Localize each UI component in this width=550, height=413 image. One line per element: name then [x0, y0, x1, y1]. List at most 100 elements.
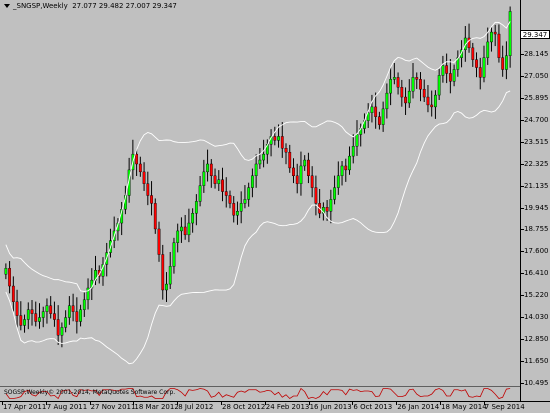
- time-axis[interactable]: 17 Apr 2011 7 Aug 2011 27 Nov 2011 18 Mar 2…: [0, 401, 550, 413]
- bear-candle: [150, 195, 153, 204]
- price-tick-label: 19.945: [524, 203, 549, 212]
- bull-candle: [4, 268, 8, 275]
- price-tick-label: 28.145: [524, 49, 549, 58]
- bull-candle: [407, 90, 411, 104]
- price-tick-label: 22.325: [524, 159, 549, 168]
- price-tick-label: 14.030: [524, 313, 549, 322]
- bear-candle: [135, 153, 139, 165]
- bull-candle: [206, 163, 209, 173]
- bear-candle: [71, 305, 75, 312]
- bull-candle: [176, 230, 180, 243]
- bear-candle: [11, 285, 15, 302]
- bear-candle: [288, 151, 292, 169]
- bear-candle: [415, 77, 419, 80]
- price-tick-label: 10.495: [524, 379, 549, 387]
- bull-candle: [490, 31, 493, 43]
- bull-candle: [385, 92, 389, 110]
- bull-candle: [38, 317, 41, 322]
- bear-candle: [396, 77, 400, 88]
- bull-candle: [64, 317, 68, 328]
- bear-candle: [471, 47, 475, 60]
- bull-candle: [180, 226, 183, 232]
- bear-candle: [19, 315, 23, 326]
- copyright-text: SOGSP,Weekly© 2001-2014, MetaQuotes Soft…: [4, 389, 176, 396]
- bear-candle: [475, 59, 478, 68]
- bear-candle: [157, 228, 161, 255]
- bull-candle: [254, 163, 258, 177]
- bull-candle: [23, 319, 26, 326]
- bear-candle: [224, 191, 228, 196]
- bear-candle: [430, 104, 434, 108]
- bear-candle: [467, 37, 471, 49]
- bear-candle: [146, 183, 150, 196]
- price-tick-label: 25.895: [524, 93, 549, 102]
- bull-candle: [82, 299, 86, 310]
- bear-candle: [280, 136, 284, 149]
- bear-candle: [419, 79, 422, 90]
- bear-candle: [478, 67, 482, 78]
- bull-candle: [351, 146, 355, 157]
- bull-candle: [168, 266, 172, 285]
- bull-candle: [336, 175, 340, 188]
- price-axis[interactable]: 28.145 27.050 25.895 24.700 23.515 22.325 21.1…: [520, 0, 550, 401]
- upper-band: [5, 21, 511, 293]
- bear-candle: [448, 73, 452, 82]
- lower-band: [5, 90, 511, 365]
- bull-candle: [504, 55, 508, 70]
- time-tick-label: 8 Jul 2012: [178, 403, 214, 411]
- time-tick-label: 7 Sep 2014: [484, 403, 525, 411]
- bull-candle: [434, 94, 437, 108]
- bear-candle: [209, 163, 213, 177]
- bear-candle: [221, 179, 224, 192]
- bull-candle: [60, 327, 64, 336]
- price-chart-area[interactable]: [0, 0, 520, 383]
- bear-candle: [53, 313, 56, 320]
- bull-candle: [333, 187, 336, 200]
- bull-candle: [299, 165, 303, 184]
- bull-candle: [217, 179, 221, 184]
- symbol-name: _SNGSP,Weekly: [13, 2, 68, 10]
- price-tick-label: 17.600: [524, 247, 549, 256]
- bear-candle: [15, 301, 19, 316]
- price-tick-label: 23.515: [524, 137, 549, 146]
- bear-candle: [445, 65, 449, 74]
- bear-candle: [30, 309, 34, 314]
- bull-candle: [26, 309, 30, 320]
- bear-candle: [213, 175, 217, 184]
- chevron-down-icon[interactable]: [4, 4, 10, 8]
- bull-candle: [262, 153, 266, 161]
- bear-candle: [161, 254, 165, 291]
- bull-candle: [437, 75, 441, 96]
- bull-candle: [482, 57, 486, 78]
- bull-candle: [392, 77, 396, 80]
- bull-candle: [247, 187, 251, 200]
- bull-candle: [452, 69, 456, 82]
- bear-candle: [325, 207, 329, 212]
- bear-candle: [56, 319, 60, 336]
- bull-candle: [441, 65, 445, 76]
- bull-candle: [191, 213, 195, 224]
- time-tick-label: 16 Jun 2013: [309, 403, 352, 411]
- bull-candle: [340, 165, 344, 177]
- bull-candle: [486, 41, 490, 58]
- bull-candle: [277, 136, 280, 141]
- bear-candle: [292, 167, 295, 177]
- time-tick-label: 7 Aug 2011: [46, 403, 88, 411]
- bear-candle: [49, 305, 53, 314]
- bear-candle: [310, 175, 314, 188]
- bull-candle: [187, 222, 191, 236]
- bear-candle: [422, 88, 426, 98]
- terminal-chart-window: _SNGSP,Weekly 27.077 29.482 27.007 29.34…: [0, 0, 550, 413]
- bear-candle: [284, 148, 288, 153]
- last-price-label: 29.347: [520, 30, 550, 39]
- bull-candle: [370, 106, 374, 114]
- bull-candle: [202, 171, 206, 186]
- bear-candle: [426, 96, 430, 106]
- bull-candle: [389, 79, 393, 94]
- bull-candle: [348, 155, 351, 171]
- bear-candle: [228, 195, 232, 204]
- bear-candle: [493, 31, 497, 35]
- bull-candle: [79, 309, 82, 322]
- bull-candle: [41, 311, 45, 318]
- time-tick-label: 24 Feb 2013: [265, 403, 310, 411]
